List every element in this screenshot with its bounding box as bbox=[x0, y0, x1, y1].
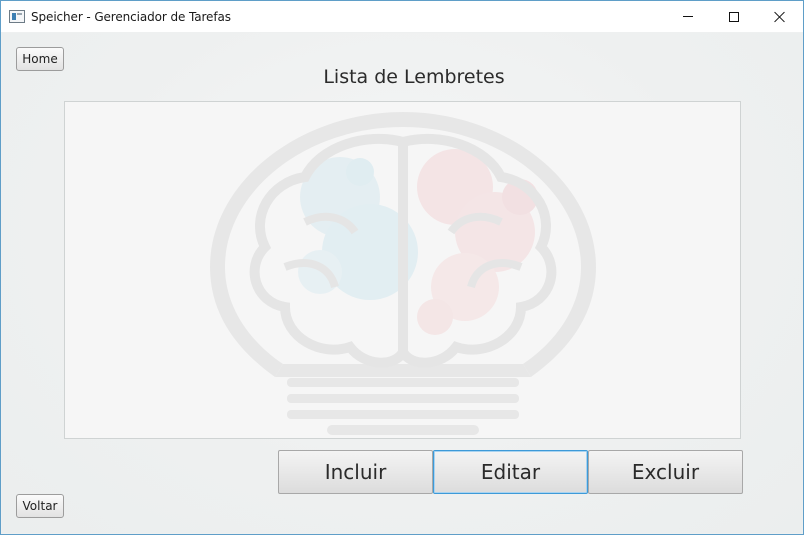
app-window: Speicher - Gerenciador de Tarefas Home L… bbox=[0, 0, 804, 535]
app-icon bbox=[9, 10, 25, 23]
add-button[interactable]: Incluir bbox=[278, 450, 433, 494]
window-title: Speicher - Gerenciador de Tarefas bbox=[31, 10, 231, 24]
close-icon bbox=[774, 11, 786, 23]
brain-lightbulb-logo bbox=[210, 112, 596, 435]
content-area: Home Lista de Lembretes Incluir Editar E… bbox=[2, 33, 802, 533]
close-button[interactable] bbox=[757, 1, 803, 32]
back-button[interactable]: Voltar bbox=[16, 494, 64, 518]
maximize-button[interactable] bbox=[711, 1, 757, 32]
delete-button[interactable]: Excluir bbox=[588, 450, 743, 494]
reminders-list[interactable] bbox=[64, 101, 741, 439]
title-bar[interactable]: Speicher - Gerenciador de Tarefas bbox=[1, 1, 803, 32]
maximize-icon bbox=[729, 11, 739, 22]
edit-button[interactable]: Editar bbox=[433, 450, 588, 494]
minimize-button[interactable] bbox=[665, 1, 711, 32]
minimize-icon bbox=[683, 16, 693, 17]
home-button[interactable]: Home bbox=[16, 47, 64, 71]
page-title: Lista de Lembretes bbox=[323, 66, 505, 88]
